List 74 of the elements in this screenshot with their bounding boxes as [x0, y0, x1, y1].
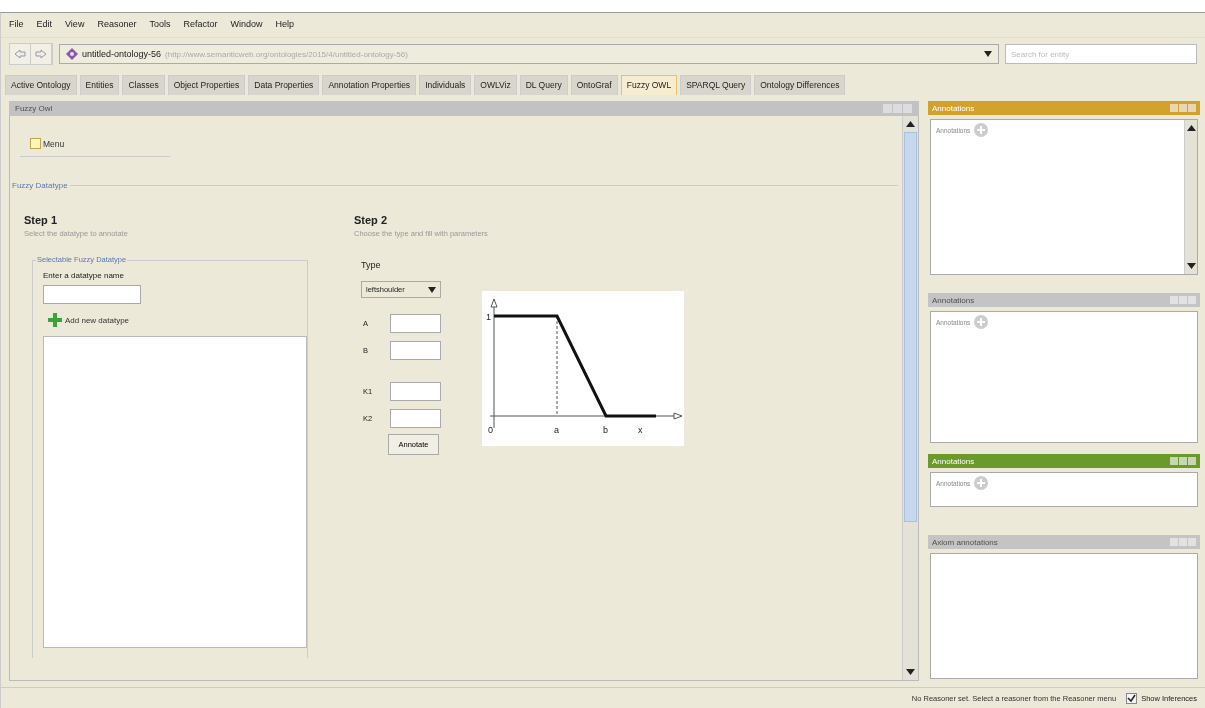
panel-controls-icon: [1170, 104, 1196, 112]
tab[interactable]: OWLViz: [474, 75, 517, 95]
add-button[interactable]: [973, 475, 990, 491]
tab[interactable]: Annotation Properties: [322, 75, 417, 95]
axis-label: a: [554, 425, 559, 435]
menu-item[interactable]: File: [9, 19, 24, 31]
panel-title: Annotations: [932, 456, 975, 466]
tab[interactable]: Fuzzy OWL: [620, 75, 678, 95]
tab[interactable]: Ontology Differences: [754, 75, 846, 95]
left-arrow-icon: [14, 49, 26, 59]
step-title: Step 1: [24, 214, 58, 226]
panel-controls-icon: [1170, 296, 1196, 304]
input-field[interactable]: [390, 341, 441, 360]
checkmark-icon: [1127, 693, 1137, 703]
input-field[interactable]: [390, 314, 441, 333]
plus-icon: [48, 313, 62, 327]
tab[interactable]: Object Properties: [167, 75, 246, 95]
menu-item[interactable]: Refactor: [183, 19, 218, 31]
scroll-down-icon: [1186, 262, 1196, 270]
add-icon: [973, 475, 990, 491]
axis-label: x: [638, 425, 643, 435]
panel-title: Annotations: [932, 103, 975, 113]
input-field[interactable]: [43, 285, 141, 304]
field-label: Enter a datatype name: [43, 271, 125, 280]
tab[interactable]: DL Query: [519, 75, 568, 95]
ontology-icon: [66, 48, 78, 60]
menu-item[interactable]: Tools: [149, 19, 171, 31]
menu-item[interactable]: Reasoner: [97, 19, 137, 31]
axis-label: b: [603, 425, 608, 435]
ontology-iri: (http://www.semanticweb.org/ontologies/2015/4/untitled-ontology-56): [165, 49, 408, 59]
panel-title: Axiom annotations: [932, 537, 998, 547]
tab[interactable]: Active Ontology: [5, 75, 77, 95]
section-title: Fuzzy Datatype: [12, 181, 68, 190]
menu-item[interactable]: Edit: [36, 19, 53, 31]
axis-label: 1: [486, 312, 491, 322]
right-arrow-icon: [35, 49, 47, 59]
menu-item[interactable]: Window: [230, 19, 263, 31]
dropdown-caret-icon: [984, 51, 992, 57]
tab[interactable]: Individuals: [419, 75, 472, 95]
tab[interactable]: OntoGraf: [570, 75, 618, 95]
scroll-thumb[interactable]: [904, 132, 917, 522]
field-label: Type: [361, 260, 382, 270]
tab[interactable]: SPARQL Query: [680, 75, 752, 95]
tab[interactable]: Data Properties: [248, 75, 320, 95]
ontology-selector[interactable]: untitled-ontology-56 (http://www.semanticweb.org/ontologies/2015/4/untitled-ontology-56): [59, 44, 999, 64]
menu-button[interactable]: Menu: [30, 138, 65, 149]
scrollbar[interactable]: [902, 116, 918, 680]
tab[interactable]: Classes: [122, 75, 165, 95]
tab[interactable]: Entities: [79, 75, 120, 95]
add-icon: [973, 122, 990, 138]
add-icon: [973, 314, 990, 330]
input-field[interactable]: [390, 382, 441, 401]
scroll-up-icon: [906, 120, 915, 128]
menu-item[interactable]: View: [65, 19, 85, 31]
panel-controls-icon: [1170, 538, 1196, 546]
menu-item[interactable]: Help: [275, 19, 294, 31]
panel-controls-icon: [1170, 457, 1196, 465]
panel-title: Annotations: [932, 295, 975, 305]
add-button[interactable]: [973, 122, 990, 138]
add-datatype-button[interactable]: Add new datatype: [48, 313, 130, 327]
ontology-name: untitled-ontology-56: [82, 49, 162, 59]
view-controls-icon: [883, 104, 913, 113]
add-button[interactable]: [973, 314, 990, 330]
note-icon: [30, 138, 41, 149]
view-title: Fuzzy Owl: [15, 104, 53, 113]
scroll-up-icon: [1186, 124, 1196, 132]
scroll-down-icon: [906, 668, 915, 676]
scrollbar[interactable]: [1184, 120, 1197, 274]
axis-label: 0: [488, 425, 493, 435]
input-field[interactable]: [390, 409, 441, 428]
dropdown-caret-icon: [428, 286, 436, 293]
step-title: Step 2: [354, 214, 388, 226]
search-field[interactable]: Search for entity: [1005, 44, 1197, 64]
datatype-list[interactable]: [43, 336, 307, 648]
